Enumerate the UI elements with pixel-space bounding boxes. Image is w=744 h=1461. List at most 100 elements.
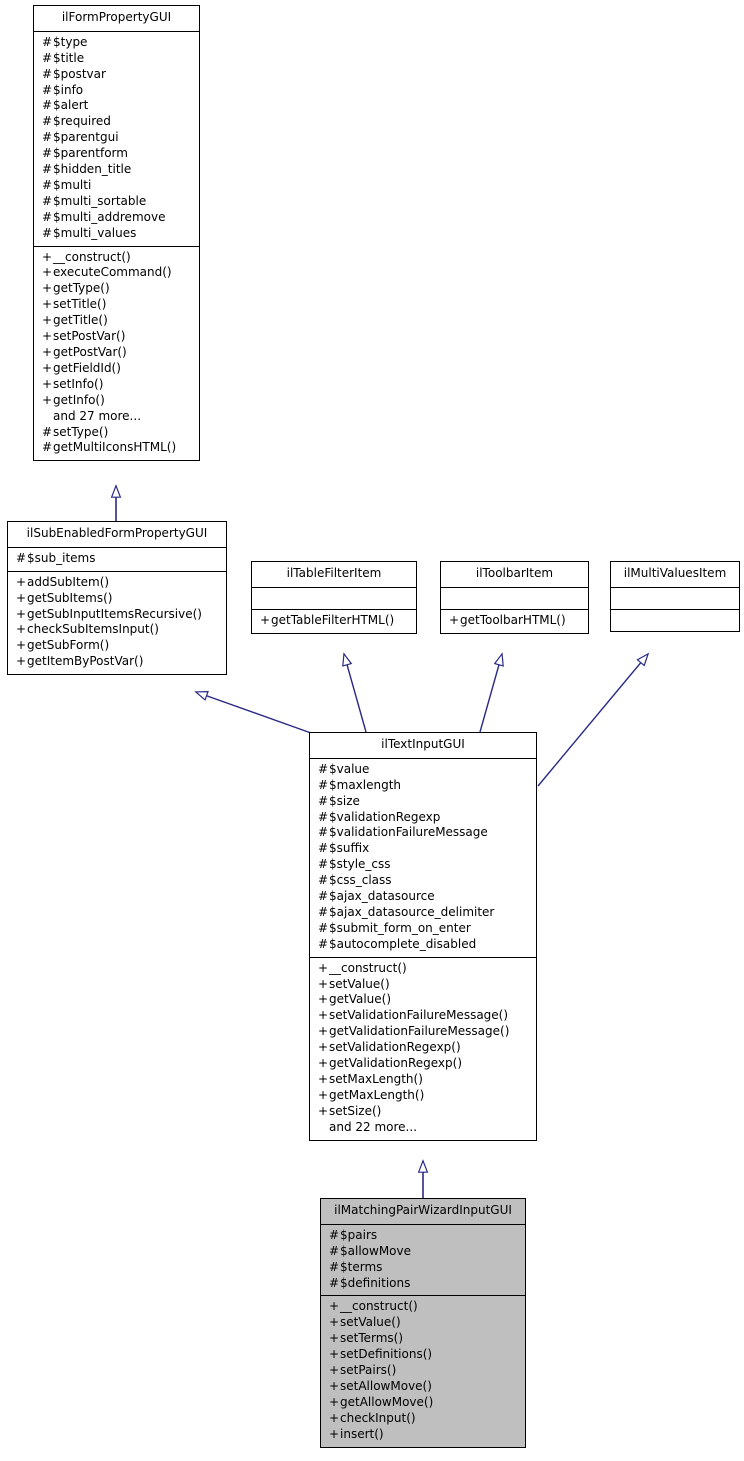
class-box-ilMatchingPairWizardInputGUI[interactable]: ilMatchingPairWizardInputGUI #$pairs #$a… <box>320 1198 526 1448</box>
visibility-marker: # <box>42 225 53 240</box>
visibility-marker: + <box>329 1363 340 1378</box>
visibility-marker: + <box>329 1378 340 1393</box>
class-name-ilTableFilterItem: ilTableFilterItem <box>252 562 416 588</box>
operation-row: +getItemByPostVar() <box>8 654 226 670</box>
attribute-row: #$css_class <box>310 873 536 889</box>
visibility-marker: # <box>42 130 53 145</box>
attribute-row: #$submit_form_on_enter <box>310 921 536 937</box>
operation-row: +__construct() <box>321 1299 525 1315</box>
class-box-ilMultiValuesItem[interactable]: ilMultiValuesItem <box>610 561 740 632</box>
visibility-marker: + <box>318 1008 329 1023</box>
visibility-marker: + <box>329 1394 340 1409</box>
visibility-marker: # <box>329 1243 340 1258</box>
operation-row: +setPostVar() <box>34 329 199 345</box>
visibility-marker: # <box>318 936 329 951</box>
attribute-row: #$multi <box>34 178 199 194</box>
operation-row: +getValidationRegexp() <box>310 1056 536 1072</box>
operation-row: +setInfo() <box>34 377 199 393</box>
attribute-row: #$multi_sortable <box>34 194 199 210</box>
attribute-row: #$maxlength <box>310 778 536 794</box>
attribute-row: #$parentform <box>34 146 199 162</box>
attribute-row: #$value <box>310 762 536 778</box>
class-name-ilSubEnabledFormPropertyGUI: ilSubEnabledFormPropertyGUI <box>8 522 226 548</box>
visibility-marker: + <box>16 590 27 605</box>
visibility-marker: + <box>318 1040 329 1055</box>
visibility-marker: + <box>318 960 329 975</box>
attribute-row: #$suffix <box>310 841 536 857</box>
attribute-label: $alert <box>53 98 89 113</box>
class-name-ilToolbarItem: ilToolbarItem <box>441 562 588 588</box>
operation-row: #getMultiIconsHTML() <box>34 440 199 456</box>
visibility-marker: # <box>42 114 53 129</box>
operation-label: getInfo() <box>53 392 105 407</box>
class-attributes-ilMatchingPairWizardInputGUI: #$pairs #$allowMove #$terms #$definition… <box>321 1224 525 1297</box>
attribute-label: $multi_sortable <box>53 193 147 208</box>
attribute-label: $maxlength <box>329 777 402 792</box>
attribute-row: #$ajax_datasource_delimiter <box>310 905 536 921</box>
visibility-marker: # <box>42 162 53 177</box>
class-name-ilTextInputGUI: ilTextInputGUI <box>310 733 536 759</box>
attribute-row: #$required <box>34 114 199 130</box>
attribute-row: #$sub_items <box>8 551 226 567</box>
attribute-row: #$allowMove <box>321 1244 525 1260</box>
class-name-ilMultiValuesItem: ilMultiValuesItem <box>611 562 739 588</box>
attribute-row: #$autocomplete_disabled <box>310 937 536 953</box>
attribute-label: $multi_addremove <box>53 209 166 224</box>
visibility-marker: + <box>16 606 27 621</box>
attribute-label: $value <box>329 761 370 776</box>
operation-row: #setType() <box>34 425 199 441</box>
operation-label: getAllowMove() <box>340 1394 434 1409</box>
operation-row: +addSubItem() <box>8 575 226 591</box>
class-box-ilSubEnabledFormPropertyGUI[interactable]: ilSubEnabledFormPropertyGUI #$sub_items … <box>7 521 227 676</box>
visibility-marker: + <box>42 345 53 360</box>
operation-label: and 22 more... <box>329 1119 418 1134</box>
operation-row: +checkSubItemsInput() <box>8 622 226 638</box>
operation-label: getSubForm() <box>27 638 110 653</box>
attribute-label: $terms <box>340 1259 383 1274</box>
visibility-marker: + <box>42 297 53 312</box>
operation-label: setValue() <box>340 1315 401 1330</box>
operation-label: addSubItem() <box>27 574 110 589</box>
visibility-marker: + <box>42 281 53 296</box>
visibility-marker: + <box>42 313 53 328</box>
operation-row: +getFieldId() <box>34 361 199 377</box>
operation-label: setPairs() <box>340 1363 397 1378</box>
attribute-row: #$type <box>34 35 199 51</box>
operation-label: getValidationRegexp() <box>329 1056 463 1071</box>
attribute-row: #$size <box>310 794 536 810</box>
operation-label: getFieldId() <box>53 360 121 375</box>
visibility-marker: + <box>329 1410 340 1425</box>
visibility-marker: # <box>318 793 329 808</box>
attribute-label: $style_css <box>329 857 391 872</box>
visibility-marker: # <box>318 920 329 935</box>
operation-more-row: and 22 more... <box>310 1120 536 1136</box>
attribute-label: $required <box>53 114 111 129</box>
visibility-marker: + <box>318 1072 329 1087</box>
operation-label: insert() <box>340 1426 384 1441</box>
operation-row: +getValidationFailureMessage() <box>310 1024 536 1040</box>
operation-label: getPostVar() <box>53 345 127 360</box>
class-attributes-ilMultiValuesItem <box>611 587 739 610</box>
operation-row: +setTerms() <box>321 1331 525 1347</box>
edge-ilTextInputGUI-to-ilSubEnabledFormPropertyGUI <box>196 692 312 734</box>
operation-label: getTitle() <box>53 313 108 328</box>
visibility-marker: # <box>42 193 53 208</box>
visibility-marker: + <box>42 329 53 344</box>
operation-label: __construct() <box>329 960 407 975</box>
visibility-marker: # <box>42 98 53 113</box>
class-box-ilTextInputGUI[interactable]: ilTextInputGUI #$value #$maxlength #$siz… <box>309 732 537 1141</box>
operation-label: setTitle() <box>53 297 107 312</box>
class-name-ilMatchingPairWizardInputGUI: ilMatchingPairWizardInputGUI <box>321 1199 525 1225</box>
class-box-ilFormPropertyGUI[interactable]: ilFormPropertyGUI #$type #$title #$postv… <box>33 5 200 462</box>
visibility-marker: # <box>318 889 329 904</box>
class-box-ilToolbarItem[interactable]: ilToolbarItem +getToolbarHTML() <box>440 561 589 634</box>
attribute-label: $multi_values <box>53 225 137 240</box>
visibility-marker: # <box>329 1259 340 1274</box>
attribute-row: #$pairs <box>321 1228 525 1244</box>
visibility-marker: # <box>42 424 53 439</box>
operation-label: setTerms() <box>340 1331 404 1346</box>
class-box-ilTableFilterItem[interactable]: ilTableFilterItem +getTableFilterHTML() <box>251 561 417 634</box>
class-operations-ilTextInputGUI: +__construct() +setValue() +getValue() +… <box>310 957 536 1140</box>
operation-label: checkSubItemsInput() <box>27 622 159 637</box>
visibility-marker: # <box>318 904 329 919</box>
